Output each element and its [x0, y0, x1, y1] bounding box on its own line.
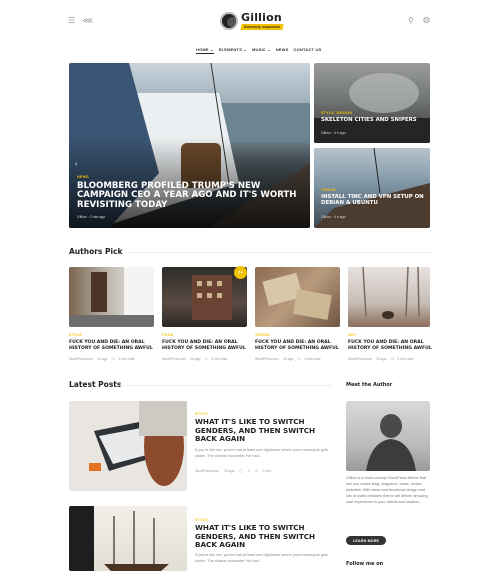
post-title[interactable]: WHAT IT'S LIKE TO SWITCH GENDERS, AND TH… — [195, 417, 332, 444]
follow-me-title: Follow me on — [346, 561, 384, 567]
clock-icon: ◷ — [297, 357, 301, 361]
post-title[interactable]: WHAT IT'S LIKE TO SWITCH GENDERS, AND TH… — [195, 523, 332, 550]
logo[interactable]: Gillion Extremely responsive — [220, 11, 284, 30]
pick-image-art — [362, 267, 420, 319]
author-photo — [346, 401, 430, 471]
nav-home[interactable]: HOME ⌄ — [196, 47, 214, 54]
hero-side2-meta: Gillion · 4 h ago — [321, 215, 346, 219]
main-nav: HOME ⌄ ELEMENTS ⌄ MUSIC ⌄ NEWS CONTACT U… — [196, 47, 326, 54]
pick-category[interactable]: TRAVEL — [255, 333, 271, 337]
slider-prev-icon[interactable]: ‹ — [75, 161, 77, 168]
clock-icon: ◷ — [390, 357, 394, 361]
nav-contact[interactable]: CONTACT US — [294, 47, 322, 54]
hero-main-meta: Gillion · 2 min ago — [77, 215, 106, 219]
authors-pick-title: Authors Pick — [69, 247, 123, 256]
nav-elements[interactable]: ELEMENTS ⌄ — [219, 47, 247, 54]
search-icon[interactable]: ⚲ — [408, 17, 414, 25]
comment-icon: ▢ — [239, 469, 243, 473]
pick-title[interactable]: FUCK YOU AND DIE: AN ORAL HISTORY OF SOM… — [162, 340, 250, 352]
hero-main-category[interactable]: NEWS — [77, 175, 89, 179]
section-divider — [125, 252, 430, 253]
post-image-art — [69, 506, 169, 571]
nav-music[interactable]: MUSIC ⌄ — [252, 47, 271, 54]
post-excerpt: If you're like me, you've had at least o… — [195, 553, 328, 563]
hero-side1-card[interactable]: STYLE, DESIGN SKELETON CITIES AND SNIPER… — [314, 63, 430, 143]
pick-title[interactable]: FUCK YOU AND DIE: AN ORAL HISTORY OF SOM… — [69, 340, 157, 352]
menu-icon[interactable]: ☰ — [68, 17, 75, 25]
post-meta: WordPress.com 2d ago ▢ 2 ◷ 3 min — [195, 469, 271, 473]
hero-side2-card[interactable]: TRAVEL INSTALL TINC AND VPN SETUP ON DEB… — [314, 148, 430, 228]
clock-icon: ◷ — [254, 469, 258, 473]
pick-image[interactable] — [69, 267, 154, 327]
cart-icon[interactable]: ◍ — [423, 16, 430, 24]
pick-image-art — [262, 272, 332, 320]
post-excerpt: If you're like me, you've had at least o… — [195, 448, 328, 458]
post-image[interactable] — [69, 401, 187, 491]
hero-side2-category[interactable]: TRAVEL — [321, 188, 337, 192]
post-image-art — [89, 401, 187, 486]
pick-title[interactable]: FUCK YOU AND DIE: AN ORAL HISTORY OF SOM… — [255, 340, 343, 352]
logo-title: Gillion — [241, 11, 282, 24]
logo-tagline: Extremely responsive — [240, 24, 284, 30]
learn-more-button[interactable]: LEARN MORE — [346, 536, 387, 545]
hero-side2-title[interactable]: INSTALL TINC AND VPN SETUP ON DEBIAN & U… — [321, 194, 426, 207]
pick-category[interactable]: STYLE — [69, 333, 82, 337]
hero-side1-meta: Gillion · 4 h ago — [321, 131, 346, 135]
pick-category[interactable]: ART — [348, 333, 356, 337]
pick-title[interactable]: FUCK YOU AND DIE: AN ORAL HISTORY OF SOM… — [348, 340, 432, 352]
post-category[interactable]: STYLE — [195, 518, 208, 522]
section-divider — [120, 385, 332, 386]
nav-news[interactable]: NEWS — [276, 47, 289, 54]
author-photo-art — [366, 414, 416, 471]
meet-author-title: Meet the Author — [346, 382, 393, 388]
hero-main-title[interactable]: BLOOMBERG PROFILED TRUMP'S NEW CAMPAIGN … — [77, 181, 302, 210]
hero-side1-category[interactable]: STYLE, DESIGN — [321, 111, 352, 115]
pick-image-art — [69, 267, 154, 327]
pick-image[interactable] — [348, 267, 430, 327]
clock-icon: ◷ — [111, 357, 115, 361]
share-icon[interactable]: ⋘ — [82, 17, 93, 25]
pick-meta: WordPress.com 2d ago ◷ 3 min read — [162, 357, 228, 361]
pick-meta: WordPress.com 2d ago ◷ 3 min read — [255, 357, 321, 361]
author-bio: Gillion is a multi-concept WordPress the… — [346, 476, 428, 504]
logo-icon — [220, 11, 238, 30]
pick-meta: WordPress.com 2d ago ◷ 3 min read — [348, 357, 414, 361]
latest-posts-title: Latest Posts — [69, 380, 122, 389]
hero-main-card[interactable]: NEWS BLOOMBERG PROFILED TRUMP'S NEW CAMP… — [69, 63, 310, 228]
pick-category[interactable]: FOOD — [162, 333, 174, 337]
post-image[interactable] — [69, 506, 187, 571]
post-category[interactable]: STYLE — [195, 412, 208, 416]
pick-meta: WordPress.com 2d ago ◷ 3 min read — [69, 357, 135, 361]
hero-side1-title[interactable]: SKELETON CITIES AND SNIPERS — [321, 117, 426, 124]
clock-icon: ◷ — [204, 357, 208, 361]
pick-image[interactable] — [255, 267, 340, 327]
count-badge[interactable]: 7+ — [234, 266, 247, 279]
